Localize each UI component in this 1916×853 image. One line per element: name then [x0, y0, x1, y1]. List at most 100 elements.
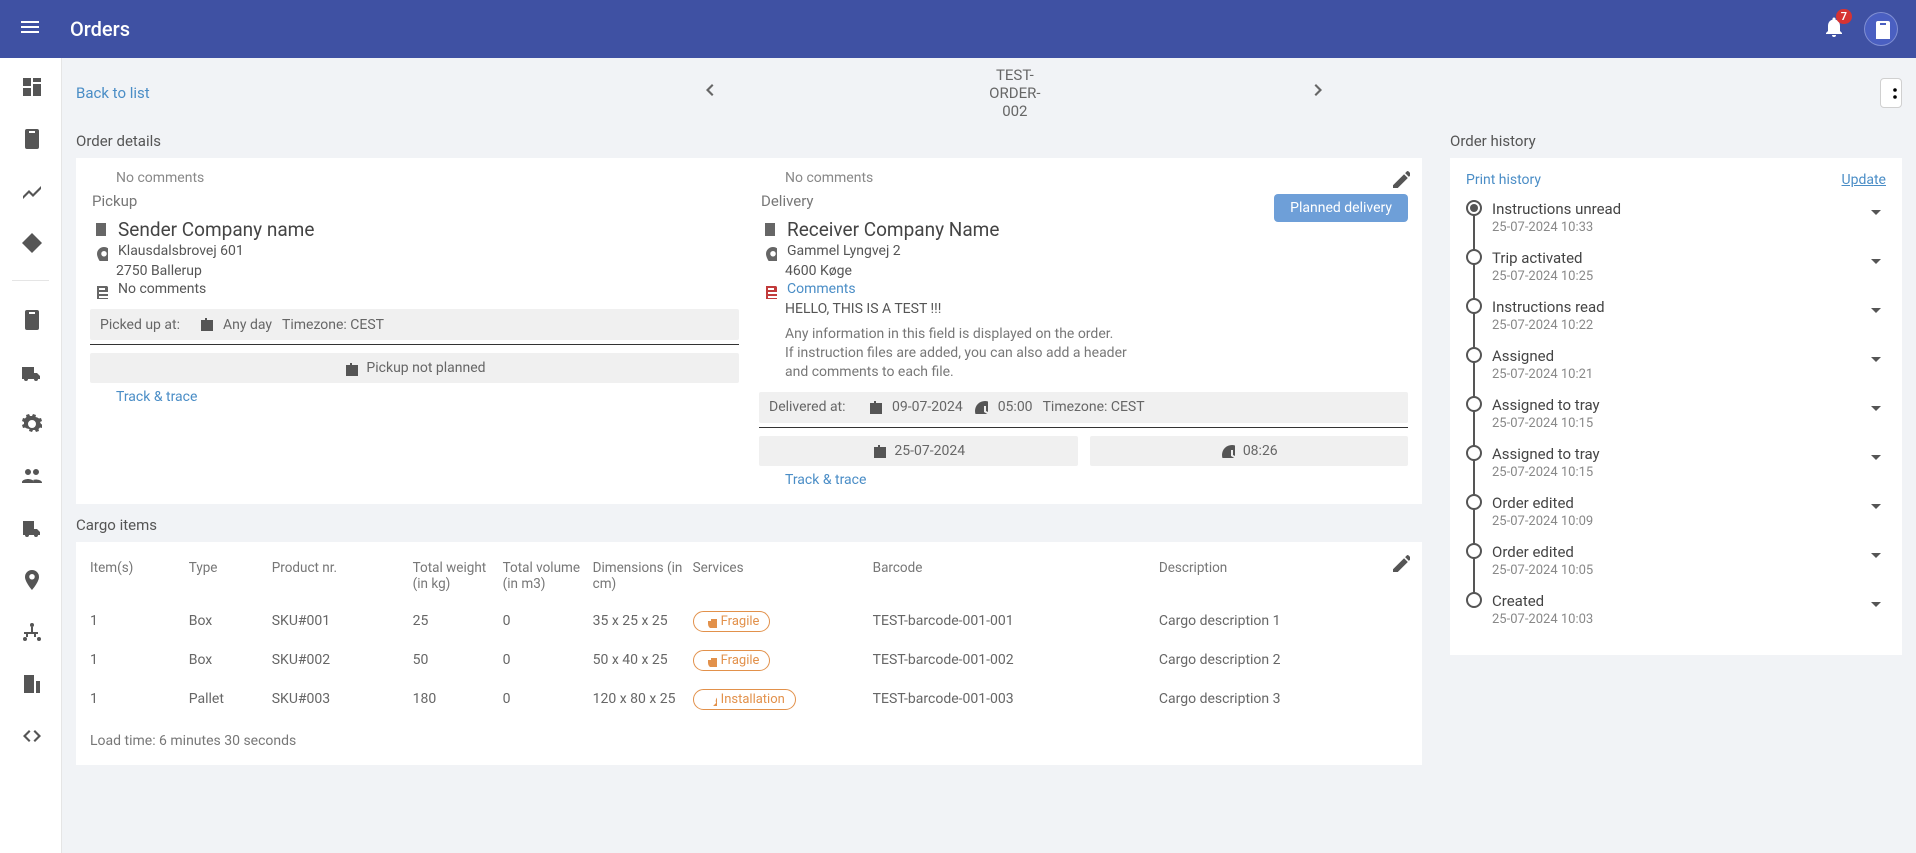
calendar-icon	[198, 316, 213, 333]
user-avatar[interactable]	[1864, 12, 1898, 46]
history-item-title: Instructions unread	[1492, 200, 1621, 218]
chevron-down-icon	[1864, 592, 1886, 618]
sidebar-fleet[interactable]	[17, 513, 45, 541]
th-items: Item(s)	[90, 554, 189, 602]
timeline-dot	[1466, 494, 1482, 510]
pickup-track-link[interactable]: Track & trace	[116, 389, 197, 405]
sidebar-vehicles[interactable]	[17, 357, 45, 385]
timeline-dot	[1466, 298, 1482, 314]
table-row: 1PalletSKU#0031800120 x 80 x 25Installat…	[90, 680, 1408, 719]
calendar-icon	[867, 399, 882, 416]
prev-order-button[interactable]	[691, 72, 729, 114]
delivery-address-2: 4600 Køge	[759, 263, 1408, 279]
pickup-day: Any day	[223, 317, 272, 333]
pickup-scheduled-bar: Picked up at: Any day Timezone: CEST	[90, 309, 739, 340]
delivery-no-comments: No comments	[759, 170, 1408, 186]
page-title: Orders	[70, 17, 130, 41]
pickup-label: Pickup	[92, 192, 739, 210]
history-item-date: 25-07-2024 10:21	[1492, 367, 1593, 382]
pin-icon	[759, 243, 779, 261]
history-item-title: Order edited	[1492, 543, 1593, 561]
history-item-date: 25-07-2024 10:09	[1492, 514, 1593, 529]
sidebar-company[interactable]	[17, 669, 45, 697]
chevron-down-icon	[1864, 494, 1886, 520]
service-pill: Fragile	[693, 650, 771, 671]
planned-delivery-badge: Planned delivery	[1274, 194, 1408, 222]
chevron-down-icon	[1864, 249, 1886, 275]
print-history-link[interactable]: Print history	[1466, 172, 1541, 188]
history-item[interactable]: Instructions read25-07-2024 10:22	[1466, 298, 1886, 347]
notification-badge: 7	[1836, 9, 1852, 24]
th-weight: Total weight (in kg)	[413, 554, 503, 602]
service-pill: Installation	[693, 689, 796, 710]
timeline-dot	[1466, 543, 1482, 559]
history-item[interactable]: Order edited25-07-2024 10:09	[1466, 494, 1886, 543]
delivery-company: Receiver Company Name	[787, 218, 999, 241]
pickup-no-comments: No comments	[90, 170, 739, 186]
sidebar-locations[interactable]	[17, 565, 45, 593]
notifications-button[interactable]: 7	[1822, 15, 1846, 43]
th-barcode: Barcode	[873, 554, 1159, 602]
th-volume: Total volume (in m3)	[503, 554, 593, 602]
edit-cargo-button[interactable]	[1390, 552, 1410, 576]
picked-up-at-label: Picked up at:	[100, 317, 188, 333]
next-order-button[interactable]	[1301, 72, 1339, 114]
sidebar-orders[interactable]	[17, 124, 45, 152]
history-item-title: Assigned to tray	[1492, 396, 1600, 414]
edit-order-button[interactable]	[1390, 168, 1410, 192]
delivery-planned-date: 25-07-2024	[759, 436, 1078, 466]
pickup-address-2: 2750 Ballerup	[90, 263, 739, 279]
more-actions-button[interactable]	[1880, 78, 1902, 108]
comment-icon	[759, 281, 779, 299]
delivery-scheduled-bar: Delivered at: 09-07-2024 05:00 Timezone:…	[759, 392, 1408, 423]
sidebar-hierarchy[interactable]	[17, 617, 45, 645]
sidebar-tasks[interactable]	[17, 305, 45, 333]
sidebar-routes[interactable]	[17, 228, 45, 256]
sidebar-users[interactable]	[17, 461, 45, 489]
timeline-dot	[1466, 249, 1482, 265]
chevron-down-icon	[1864, 396, 1886, 422]
history-item[interactable]: Created25-07-2024 10:03	[1466, 592, 1886, 641]
pickup-note: No comments	[118, 281, 206, 297]
delivery-track-link[interactable]: Track & trace	[785, 472, 866, 488]
history-item[interactable]: Order edited 25-07-2024 10:05	[1466, 543, 1886, 592]
cargo-title: Cargo items	[62, 512, 1436, 542]
sidebar-dev[interactable]	[17, 721, 45, 749]
history-item-date: 25-07-2024 10:22	[1492, 318, 1605, 333]
sidebar-settings[interactable]	[17, 409, 45, 437]
delivery-planned-time: 08:26	[1090, 436, 1409, 466]
table-row: 1BoxSKU#00125035 x 25 x 25FragileTEST-ba…	[90, 602, 1408, 641]
update-history-link[interactable]: Update	[1842, 172, 1886, 188]
sidebar-analytics[interactable]	[17, 176, 45, 204]
sidebar-dashboard[interactable]	[17, 72, 45, 100]
history-item[interactable]: Assigned25-07-2024 10:21	[1466, 347, 1886, 396]
history-item-date: 25-07-2024 10:05	[1492, 563, 1593, 578]
history-item-title: Assigned to tray	[1492, 445, 1600, 463]
sidebar	[0, 58, 62, 853]
delivered-at-label: Delivered at:	[769, 399, 857, 415]
order-id: TEST-ORDER-002	[989, 66, 1040, 120]
timeline-dot	[1466, 592, 1482, 608]
planned-date-value: 25-07-2024	[894, 443, 965, 459]
menu-button[interactable]	[18, 15, 42, 43]
pickup-not-planned: Pickup not planned	[90, 353, 739, 383]
history-item-date: 25-07-2024 10:03	[1492, 612, 1593, 627]
planned-time-value: 08:26	[1243, 443, 1278, 459]
delivery-info-3: and comments to each file.	[785, 363, 1408, 382]
history-item-date: 25-07-2024 10:25	[1492, 269, 1593, 284]
pickup-company: Sender Company name	[118, 218, 314, 241]
history-item[interactable]: Trip activated25-07-2024 10:25	[1466, 249, 1886, 298]
delivery-address-1: Gammel Lyngvej 2	[787, 243, 901, 259]
delivery-comments-link[interactable]: Comments	[787, 281, 856, 297]
history-item[interactable]: Assigned to tray25-07-2024 10:15	[1466, 396, 1886, 445]
history-item[interactable]: Assigned to tray 25-07-2024 10:15	[1466, 445, 1886, 494]
back-to-list-link[interactable]: Back to list	[76, 84, 150, 102]
th-services: Services	[693, 554, 873, 602]
history-item-date: 25-07-2024 10:15	[1492, 465, 1600, 480]
delivered-time: 05:00	[998, 399, 1033, 415]
history-title: Order history	[1436, 128, 1916, 158]
delivered-date: 09-07-2024	[892, 399, 963, 415]
pickup-address-1: Klausdalsbrovej 601	[118, 243, 244, 259]
history-item[interactable]: Instructions unread25-07-2024 10:33	[1466, 200, 1886, 249]
th-desc: Description	[1159, 554, 1408, 602]
